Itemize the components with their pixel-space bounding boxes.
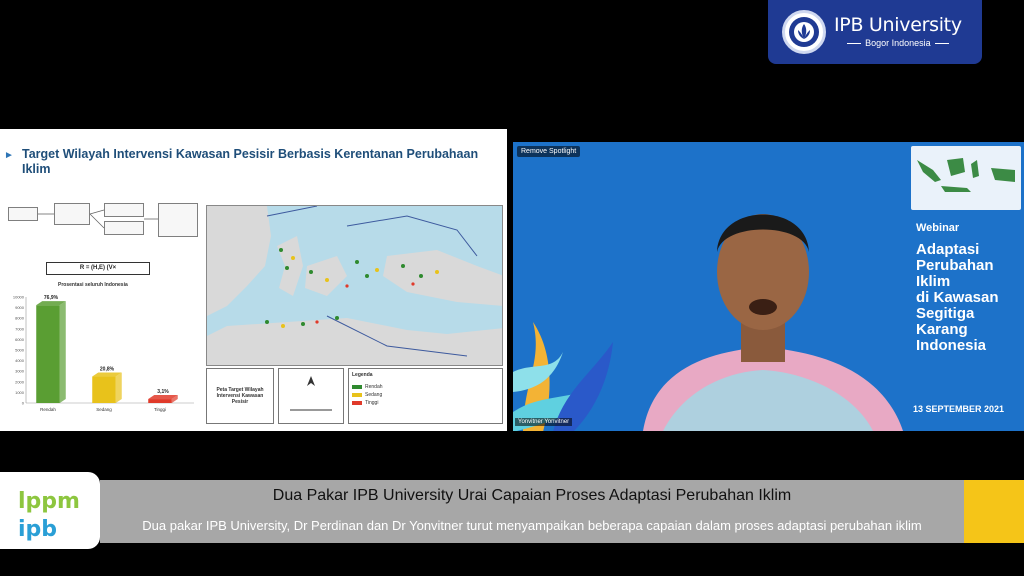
legend-high-label: Tinggi bbox=[365, 400, 379, 406]
bullet-icon: ► bbox=[4, 150, 14, 161]
formula-box: R = (H,E) (V× bbox=[46, 262, 150, 275]
ipb-subtitle: Bogor Indonesia bbox=[865, 37, 931, 48]
bar-chart: 0 1000 2000 3000 4000 5000 6000 7000 8000 9000 100… bbox=[13, 295, 194, 412]
caption-title: Dua Pakar IPB University Urai Capaian Pr… bbox=[272, 487, 792, 504]
y-tick-label: 3000 bbox=[15, 369, 25, 374]
x-tick-label: Rendah bbox=[40, 407, 56, 412]
speaker-name-tag: Yonvitner Yonvitner bbox=[515, 418, 573, 426]
lppm-ipb-logo: lppm ipb bbox=[0, 472, 100, 549]
news-caption: Dua Pakar IPB University Urai Capaian Pr… bbox=[100, 480, 964, 543]
x-tick-label: Tinggi bbox=[154, 407, 166, 412]
x-tick-label: Sedang bbox=[96, 407, 112, 412]
north-arrow-scale bbox=[278, 368, 344, 424]
map-legend: Peta Target Wilayah Intervensi Kawasan P… bbox=[206, 368, 503, 424]
bar bbox=[92, 376, 116, 403]
ipb-seal-icon bbox=[782, 10, 826, 54]
speaker-video: Remove Spotlight Webinar Adaptasi Peruba… bbox=[513, 142, 1024, 431]
data-label: 3,1% bbox=[157, 389, 169, 395]
legend-medium-label: Sedang bbox=[365, 392, 383, 398]
ipb-university-logo: IPB University Bogor Indonesia bbox=[768, 0, 982, 64]
data-label: 76,9% bbox=[44, 295, 59, 301]
y-tick-label: 8000 bbox=[15, 316, 25, 321]
flow-diagram bbox=[8, 199, 204, 255]
y-tick-label: 1000 bbox=[15, 390, 25, 395]
bar-side bbox=[115, 372, 122, 403]
y-tick-label: 2000 bbox=[15, 379, 25, 384]
y-tick-label: 6000 bbox=[15, 337, 25, 342]
data-label: 20,8% bbox=[100, 367, 115, 373]
shared-slide: ► Target Wilayah Intervensi Kawasan Pesi… bbox=[0, 129, 507, 431]
remove-spotlight-button[interactable]: Remove Spotlight bbox=[517, 146, 581, 157]
webinar-label: Webinar bbox=[916, 222, 960, 234]
slide-title: Target Wilayah Intervensi Kawasan Pesisi… bbox=[22, 147, 479, 176]
y-tick-label: 0 bbox=[22, 401, 25, 406]
bar-side bbox=[59, 301, 66, 403]
y-tick-label: 5000 bbox=[15, 348, 25, 353]
bar bbox=[148, 399, 172, 403]
caption-subtitle: Dua pakar IPB University, Dr Perdinan da… bbox=[142, 518, 922, 533]
y-tick-label: 4000 bbox=[15, 358, 25, 363]
legend-swatch-low bbox=[352, 385, 362, 389]
bar bbox=[36, 305, 60, 403]
coastal-map bbox=[206, 205, 503, 366]
speaker-image bbox=[643, 214, 903, 431]
legend-swatch-medium bbox=[352, 393, 362, 397]
indonesia-map-thumbnail bbox=[911, 146, 1021, 210]
coral-decoration bbox=[513, 322, 613, 431]
y-tick-label: 10000 bbox=[13, 295, 25, 300]
y-tick-label: 9000 bbox=[15, 305, 25, 310]
lppm-logo-top: lppm bbox=[18, 489, 80, 514]
caption-accent-bar bbox=[964, 480, 1024, 543]
webinar-title: Adaptasi Perubahan Iklim di Kawasan Segi… bbox=[916, 241, 999, 354]
legend-heading: Legenda bbox=[352, 372, 373, 378]
ipb-name: IPB University bbox=[834, 13, 962, 36]
webinar-date: 13 SEPTEMBER 2021 bbox=[913, 404, 1005, 414]
legend-low-label: Rendah bbox=[365, 384, 383, 390]
map-caption: Peta Target Wilayah Intervensi Kawasan P… bbox=[206, 368, 274, 424]
y-tick-label: 7000 bbox=[15, 326, 25, 331]
lppm-logo-bottom: ipb bbox=[18, 517, 57, 542]
legend-swatch-high bbox=[352, 401, 362, 405]
